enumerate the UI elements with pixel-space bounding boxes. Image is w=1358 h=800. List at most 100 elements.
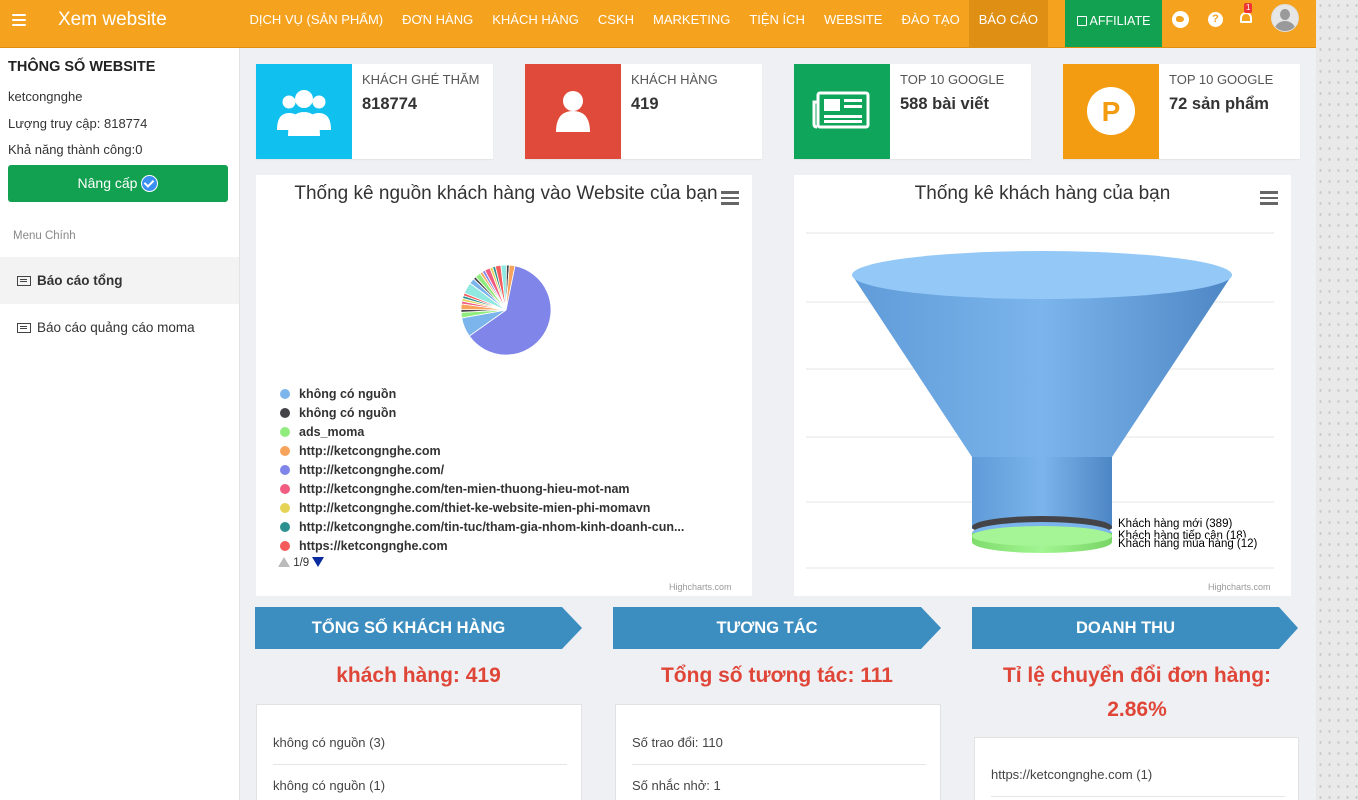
app-window: Xem website DỊCH VỤ (SẢN PHẨM) ĐƠN HÀNG … [0, 0, 1316, 800]
legend-item[interactable]: http://ketcongnghe.com/ [280, 461, 684, 480]
divider [991, 796, 1285, 797]
site-name: ketcongnghe [8, 89, 83, 104]
sidebar-title: THÔNG SỐ WEBSITE [8, 59, 156, 75]
user-icon [556, 91, 590, 132]
legend-dot [280, 541, 290, 551]
sidebar-item-label: Báo cáo tổng [37, 273, 123, 288]
sidebar-item-bao-cao-quang-cao[interactable]: Báo cáo quảng cáo moma [0, 304, 239, 351]
notification-badge: 1 [1244, 3, 1253, 13]
newspaper-icon [17, 276, 31, 286]
bell-icon[interactable]: 1 [1239, 3, 1253, 27]
funnel-top-rim [852, 251, 1232, 299]
stat-label: KHÁCH HÀNG [631, 72, 718, 87]
chart-legend: không có nguồn không có nguồn ads_moma h… [280, 385, 684, 556]
legend-label: http://ketcongnghe.com [299, 444, 441, 458]
sidebar-item-bao-cao-tong[interactable]: Báo cáo tổng [0, 257, 239, 304]
upgrade-label: Nâng cấp [77, 175, 138, 191]
legend-dot [280, 484, 290, 494]
source-list: không có nguồn (3) không có nguồn (1) [256, 704, 582, 800]
nav-cskh[interactable]: CSKH [588, 0, 643, 47]
legend-item[interactable]: http://ketcongnghe.com [280, 442, 684, 461]
pager-up-icon[interactable] [278, 557, 290, 567]
legend-dot [280, 427, 290, 437]
legend-dot [280, 465, 290, 475]
chart-credit[interactable]: Highcharts.com [669, 582, 732, 592]
upgrade-button[interactable]: Nâng cấp [8, 165, 228, 202]
legend-item[interactable]: http://ketcongnghe.com/thiet-ke-website-… [280, 499, 684, 518]
legend-dot [280, 408, 290, 418]
legend-label: https://ketcongnghe.com [299, 539, 448, 553]
legend-item[interactable]: không có nguồn [280, 385, 684, 404]
legend-item[interactable]: http://ketcongnghe.com/ten-mien-thuong-h… [280, 480, 684, 499]
list-item: không có nguồn (1) [273, 778, 386, 793]
icon-box [794, 64, 890, 159]
pie-chart-panel: Thống kê nguồn khách hàng vào Website củ… [256, 175, 752, 596]
menu-heading: Menu Chính [13, 230, 76, 242]
stat-value: 818774 [362, 95, 418, 113]
app-title[interactable]: Xem website [58, 9, 167, 31]
nav-dao-tao[interactable]: ĐÀO TẠO [892, 0, 969, 47]
legend-label: không có nguồn [299, 406, 397, 420]
legend-label: http://ketcongnghe.com/ten-mien-thuong-h… [299, 482, 630, 496]
nav-khach-hang[interactable]: KHÁCH HÀNG [483, 0, 589, 47]
revenue-source-list: https://ketcongnghe.com (1) [974, 737, 1299, 800]
legend-item[interactable]: không có nguồn [280, 404, 684, 423]
globe-icon[interactable] [1172, 11, 1189, 28]
legend-dot [280, 389, 290, 399]
legend-item[interactable]: http://ketcongnghe.com/tin-tuc/tham-gia-… [280, 518, 684, 537]
stat-value: 419 [631, 95, 659, 113]
nav-bao-cao[interactable]: BÁO CÁO [969, 0, 1048, 47]
nav-marketing[interactable]: MARKETING [644, 0, 740, 47]
newspaper-icon [812, 91, 870, 129]
conversion-rate-value: 2.86% [1107, 698, 1167, 721]
chart-credit[interactable]: Highcharts.com [1208, 582, 1271, 592]
section-ribbon-revenue: DOANH THU [972, 607, 1298, 649]
stat-label: TOP 10 GOOGLE [900, 72, 1005, 87]
legend-label: ads_moma [299, 425, 365, 439]
hamburger-menu-icon[interactable] [12, 14, 26, 26]
list-item: không có nguồn (3) [273, 735, 386, 750]
divider [273, 764, 567, 765]
stat-label: KHÁCH GHÉ THĂM [362, 72, 480, 87]
stat-value: 72 sản phẩm [1169, 95, 1269, 113]
section-ribbon-interactions: TƯƠNG TÁC [613, 607, 941, 649]
funnel-chart: Khách hàng mới (389) Khách hàng tiếp cận… [806, 232, 1274, 569]
affiliate-button[interactable]: AFFILIATE [1065, 0, 1162, 47]
success-rate: Khả năng thành công:0 [8, 142, 143, 157]
legend-label: http://ketcongnghe.com/tin-tuc/tham-gia-… [299, 520, 685, 534]
legend-item[interactable]: ads_moma [280, 423, 684, 442]
nav-tien-ich[interactable]: TIỆN ÍCH [740, 0, 815, 47]
legend-item[interactable]: https://ketcongnghe.com [280, 537, 684, 556]
top-navbar: Xem website DỊCH VỤ (SẢN PHẨM) ĐƠN HÀNG … [0, 0, 1316, 48]
funnel-chart-panel: Thống kê khách hàng của bạn Khách hàng m… [794, 175, 1291, 596]
section-title: TỔNG SỐ KHÁCH HÀNG [311, 619, 506, 637]
icon-box [256, 64, 352, 159]
main-nav: DỊCH VỤ (SẢN PHẨM) ĐƠN HÀNG KHÁCH HÀNG C… [240, 0, 1048, 47]
nav-dich-vu[interactable]: DỊCH VỤ (SẢN PHẨM) [240, 0, 393, 47]
legend-label: http://ketcongnghe.com/ [299, 463, 445, 477]
nav-don-hang[interactable]: ĐƠN HÀNG [393, 0, 483, 47]
nav-website[interactable]: WEBSITE [814, 0, 892, 47]
chart-menu-icon[interactable] [721, 191, 739, 205]
total-customers-value: khách hàng: 419 [336, 664, 501, 687]
product-p-icon: P [1087, 87, 1135, 135]
affiliate-label: AFFILIATE [1089, 14, 1151, 28]
pager-text: 1/9 [293, 557, 310, 569]
newspaper-icon [17, 323, 31, 333]
avatar[interactable] [1271, 4, 1299, 32]
legend-dot [280, 503, 290, 513]
sidebar: THÔNG SỐ WEBSITE ketcongnghe Lượng truy … [0, 48, 240, 800]
gift-icon [1076, 16, 1087, 26]
sidebar-item-label: Báo cáo quảng cáo moma [37, 320, 195, 335]
users-icon [277, 90, 331, 136]
funnel-segment-new[interactable] [852, 275, 1232, 457]
list-item: Số nhắc nhở: 1 [632, 778, 721, 793]
section-ribbon-total-customers: TỔNG SỐ KHÁCH HÀNG [255, 607, 582, 649]
legend-pager: 1/9 [278, 557, 325, 569]
stat-value: 588 bài viết [900, 95, 989, 113]
stat-label: TOP 10 GOOGLE [1169, 72, 1274, 87]
pager-down-icon[interactable] [312, 557, 325, 567]
list-item: https://ketcongnghe.com (1) [991, 767, 1153, 782]
help-icon[interactable]: ? [1208, 12, 1223, 27]
funnel-label-new: Khách hàng mới (389) [1118, 518, 1232, 530]
